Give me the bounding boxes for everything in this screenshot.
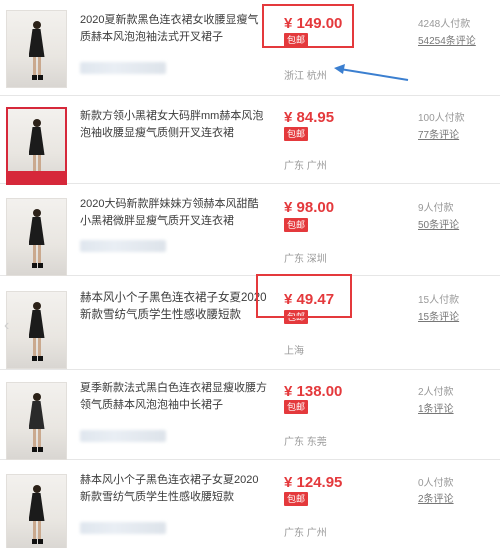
model-figure bbox=[27, 393, 47, 453]
paid-count: 100人付款 bbox=[418, 113, 465, 124]
paid-count: 4248人付款 bbox=[418, 19, 471, 30]
shop-location: 广东 东莞 bbox=[284, 437, 327, 448]
shop-name-blurred bbox=[80, 522, 166, 534]
product-thumbnail[interactable] bbox=[6, 291, 67, 369]
paid-count: 9人付款 bbox=[418, 203, 454, 214]
free-shipping-badge: 包邮 bbox=[284, 492, 309, 506]
product-title[interactable]: 夏季新款法式黑白色连衣裙显瘦收腰方领气质赫本风泡泡袖中长裙子 bbox=[80, 380, 268, 414]
product-thumbnail[interactable] bbox=[6, 382, 67, 460]
product-price: ¥ 98.00 bbox=[284, 199, 335, 216]
product-title[interactable]: 2020夏新款黑色连衣裙女收腰显瘦气质赫本风泡泡袖法式开叉裙子 bbox=[80, 12, 268, 46]
list-item[interactable]: 夏季新款法式黑白色连衣裙显瘦收腰方领气质赫本风泡泡袖中长裙子 ¥ 138.00 … bbox=[0, 370, 500, 460]
model-figure bbox=[27, 209, 47, 269]
shop-name-blurred bbox=[80, 430, 166, 442]
paid-count: 0人付款 bbox=[418, 478, 454, 489]
model-figure bbox=[27, 21, 47, 81]
list-item[interactable]: 赫本风小个子黑色连衣裙子女夏2020新款雪纺气质学生性感收腰短款 ¥ 49.47… bbox=[0, 276, 500, 370]
product-price: ¥ 84.95 bbox=[284, 109, 335, 126]
list-item[interactable]: 2020大码新款胖妹妹方领赫本风甜酷小黑裙微胖显瘦气质开叉连衣裙 ¥ 98.00… bbox=[0, 184, 500, 276]
paid-count: 15人付款 bbox=[418, 295, 460, 306]
product-thumbnail[interactable] bbox=[6, 107, 67, 185]
price-highlight-box bbox=[262, 4, 354, 48]
review-count-link[interactable]: 2条评论 bbox=[418, 490, 454, 505]
shop-location: 广东 深圳 bbox=[284, 254, 327, 265]
product-thumbnail[interactable] bbox=[6, 10, 67, 88]
promo-banner bbox=[8, 171, 65, 183]
shop-name-blurred bbox=[80, 240, 166, 252]
chevron-left-icon[interactable]: ‹ bbox=[4, 316, 12, 336]
product-price: ¥ 138.00 bbox=[284, 383, 343, 400]
review-count-link[interactable]: 1条评论 bbox=[418, 400, 454, 415]
model-figure bbox=[27, 302, 47, 362]
model-figure bbox=[27, 119, 47, 179]
list-item[interactable]: 2020夏新款黑色连衣裙女收腰显瘦气质赫本风泡泡袖法式开叉裙子 ¥ 149.00… bbox=[0, 0, 500, 96]
list-item[interactable]: 新款方领小黑裙女大码胖mm赫本风泡泡袖收腰显瘦气质侧开叉连衣裙 ¥ 84.95 … bbox=[0, 96, 500, 185]
product-thumbnail[interactable] bbox=[6, 198, 67, 276]
free-shipping-badge: 包邮 bbox=[284, 127, 309, 141]
arrow-icon bbox=[334, 64, 409, 81]
shop-location: 广东 广州 bbox=[284, 161, 327, 172]
model-figure bbox=[27, 485, 47, 545]
review-count-link[interactable]: 15条评论 bbox=[418, 308, 459, 323]
review-count-link[interactable]: 50条评论 bbox=[418, 216, 459, 231]
review-count-link[interactable]: 77条评论 bbox=[418, 126, 459, 141]
product-title[interactable]: 赫本风小个子黑色连衣裙子女夏2020新款雪纺气质学生性感收腰短款 bbox=[80, 290, 268, 324]
shop-location: 广东 广州 bbox=[284, 528, 327, 539]
shop-location: 上海 bbox=[284, 346, 304, 357]
product-list: 2020夏新款黑色连衣裙女收腰显瘦气质赫本风泡泡袖法式开叉裙子 ¥ 149.00… bbox=[0, 0, 500, 548]
price-highlight-box bbox=[256, 274, 352, 318]
shop-location: 浙江 杭州 bbox=[284, 71, 327, 82]
product-price: ¥ 124.95 bbox=[284, 474, 343, 491]
shop-name-blurred bbox=[80, 62, 166, 74]
list-item[interactable]: 赫本风小个子黑色连衣裙子女夏2020新款雪纺气质学生性感收腰短款 ¥ 124.9… bbox=[0, 460, 500, 548]
product-thumbnail[interactable] bbox=[6, 474, 67, 548]
product-title[interactable]: 新款方领小黑裙女大码胖mm赫本风泡泡袖收腰显瘦气质侧开叉连衣裙 bbox=[80, 108, 268, 142]
free-shipping-badge: 包邮 bbox=[284, 400, 309, 414]
paid-count: 2人付款 bbox=[418, 387, 454, 398]
product-title[interactable]: 2020大码新款胖妹妹方领赫本风甜酷小黑裙微胖显瘦气质开叉连衣裙 bbox=[80, 196, 268, 230]
free-shipping-badge: 包邮 bbox=[284, 218, 309, 232]
review-count-link[interactable]: 54254条评论 bbox=[418, 32, 476, 47]
product-title[interactable]: 赫本风小个子黑色连衣裙子女夏2020新款雪纺气质学生性感收腰短款 bbox=[80, 472, 268, 506]
